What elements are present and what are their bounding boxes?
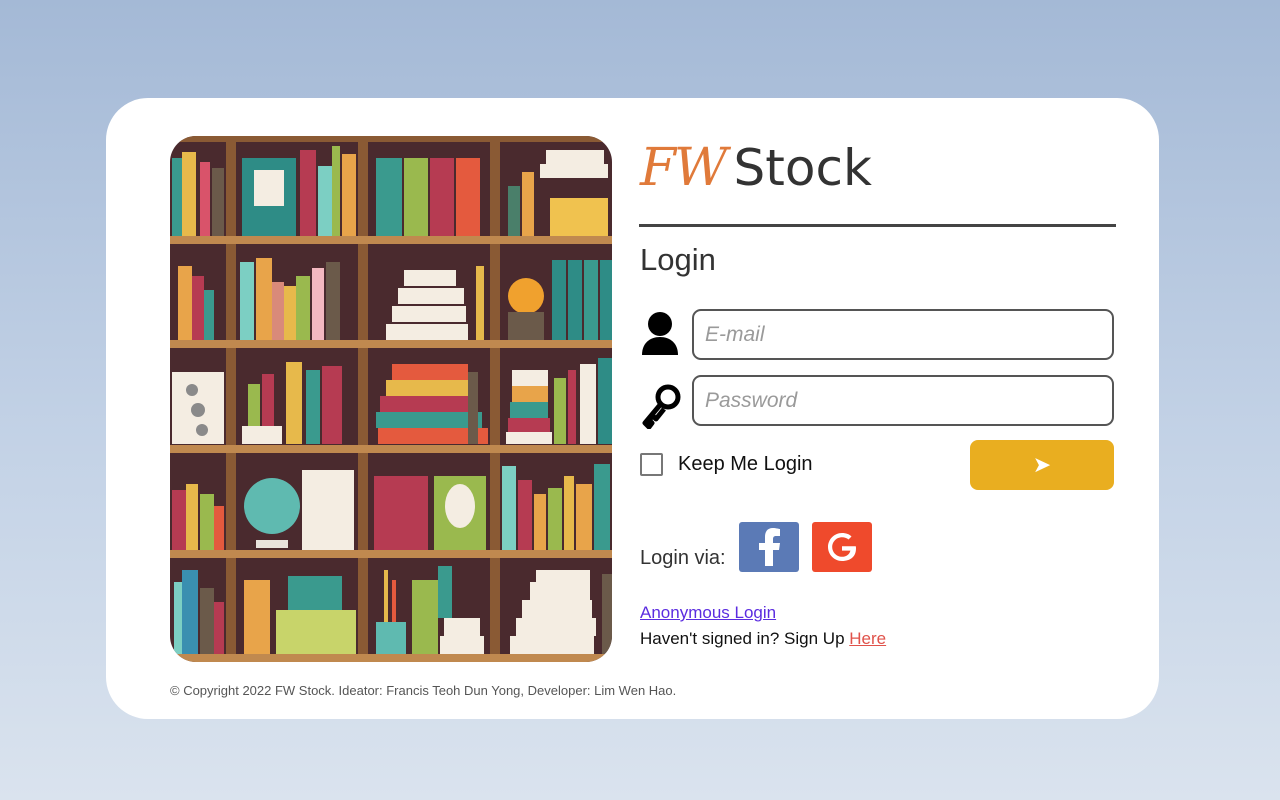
remember-label: Keep Me Login [678,453,813,475]
google-login-button[interactable] [812,522,872,572]
brand-logo: FW Stock [640,138,872,208]
copyright-footer: © Copyright 2022 FW Stock. Ideator: Fran… [170,683,677,698]
password-input[interactable] [694,377,1112,424]
remember-checkbox[interactable] [640,453,663,476]
user-icon [640,311,680,357]
arrow-right-icon: ➤ [1032,452,1052,477]
signup-prompt: Haven't signed in? Sign Up Here [640,629,886,649]
signup-text: Haven't signed in? Sign Up [640,629,850,648]
header-divider [639,224,1116,227]
facebook-login-button[interactable] [739,522,799,572]
email-input[interactable] [694,311,1112,358]
page-title: Login [640,242,716,277]
brand-name: Stock [733,139,872,197]
brand-prefix: FW [640,138,728,198]
bookshelf-illustration [170,136,612,662]
anonymous-login-link[interactable]: Anonymous Login [640,603,776,623]
key-icon [640,383,682,430]
google-icon [828,533,856,561]
login-via-label: Login via: [640,547,726,569]
submit-button[interactable]: ➤ [970,440,1114,490]
password-field[interactable] [692,375,1114,426]
signup-link[interactable]: Here [849,629,886,648]
facebook-icon [759,528,780,566]
remember-me: Keep Me Login [640,453,813,476]
login-card: FWStock Login Keep Me Login ➤ Login via: [106,98,1159,719]
email-field[interactable] [692,309,1114,360]
